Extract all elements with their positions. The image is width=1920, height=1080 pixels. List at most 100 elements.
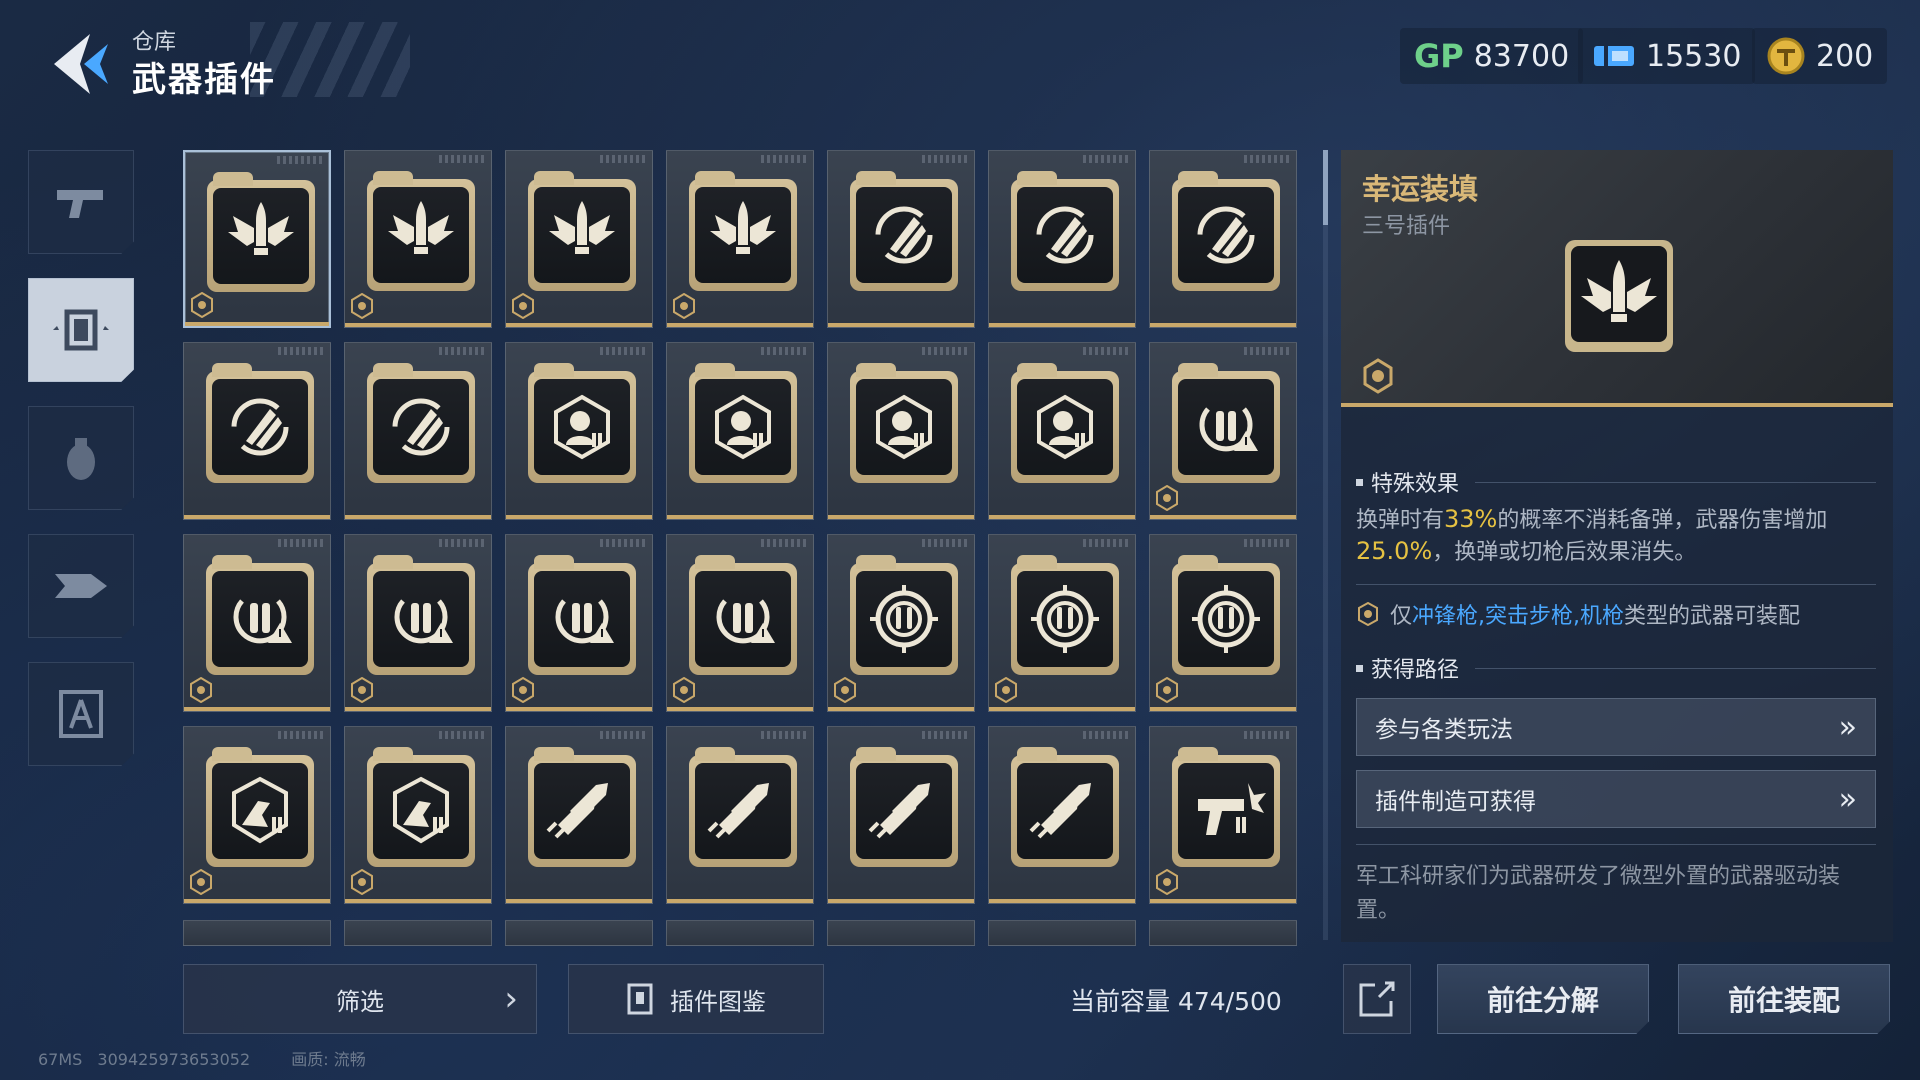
route-heading: 获得路径 xyxy=(1371,658,1460,683)
cell-stripe xyxy=(922,731,968,739)
plugin-folder xyxy=(1011,171,1119,291)
plugin-name: 幸运装填 xyxy=(1362,172,1479,206)
sidebar-tab-badges[interactable] xyxy=(28,662,134,766)
cell-stripe xyxy=(600,731,646,739)
plugin-cell-peek[interactable] xyxy=(1149,920,1297,946)
plugin-cell[interactable] xyxy=(666,726,814,904)
plugin-folder xyxy=(528,363,636,483)
plugin-cell[interactable] xyxy=(827,150,975,328)
plugin-folder xyxy=(528,747,636,867)
cell-stripe xyxy=(1083,155,1129,163)
plugin-cell[interactable] xyxy=(827,726,975,904)
plugin-cell[interactable] xyxy=(505,342,653,520)
gp-value: 83700 xyxy=(1473,38,1570,74)
plugin-codex-button[interactable]: 插件图鉴 xyxy=(568,964,824,1034)
plugin-chip-icon xyxy=(53,309,109,351)
plugin-cell[interactable] xyxy=(505,534,653,712)
plugin-cell[interactable] xyxy=(344,150,492,328)
gold-coin-icon xyxy=(1767,37,1805,75)
sidebar-tab-grenades[interactable] xyxy=(28,406,134,510)
ticket-icon xyxy=(1594,46,1634,66)
plugin-cell-peek[interactable] xyxy=(183,920,331,946)
plugin-cell[interactable] xyxy=(505,726,653,904)
plugin-cell[interactable] xyxy=(183,726,331,904)
cell-stripe xyxy=(1244,731,1290,739)
plugin-cell[interactable] xyxy=(988,342,1136,520)
cell-stripe xyxy=(600,539,646,547)
grid-scrollbar-thumb[interactable] xyxy=(1323,150,1328,225)
plugin-tile xyxy=(1017,763,1113,859)
quality-gear-icon xyxy=(1358,602,1378,626)
reload-rockets-icon xyxy=(231,398,289,456)
plugin-cell[interactable] xyxy=(183,150,331,328)
plugin-cell-peek[interactable] xyxy=(505,920,653,946)
plugin-cell[interactable] xyxy=(988,726,1136,904)
plugin-cell[interactable] xyxy=(344,534,492,712)
chevron-right-icon: › xyxy=(504,979,518,1019)
plugin-cell[interactable] xyxy=(1149,534,1297,712)
cell-stripe xyxy=(922,347,968,355)
plugin-folder xyxy=(689,171,797,291)
plugin-cell[interactable] xyxy=(505,150,653,328)
plugin-cell[interactable] xyxy=(1149,150,1297,328)
plugin-cell[interactable] xyxy=(1149,342,1297,520)
plugin-folder xyxy=(689,363,797,483)
plugin-cell[interactable] xyxy=(666,342,814,520)
share-button[interactable] xyxy=(1343,964,1411,1034)
plugin-tile xyxy=(1178,571,1274,667)
drone-icon xyxy=(55,574,107,598)
plugin-cell[interactable] xyxy=(183,342,331,520)
effect-prefix: 换弹时有 xyxy=(1356,508,1445,533)
plugin-folder xyxy=(850,363,958,483)
flying-bullets-icon xyxy=(707,783,769,839)
plugin-cell[interactable] xyxy=(827,534,975,712)
sidebar-tab-plugins[interactable] xyxy=(28,278,134,382)
plugin-cell-peek[interactable] xyxy=(666,920,814,946)
shield-hand-ammo-icon xyxy=(232,776,288,844)
winged-bullet-icon xyxy=(549,201,615,254)
plugin-tile xyxy=(534,379,630,475)
quality-gear-icon xyxy=(673,293,695,319)
plugin-cell[interactable] xyxy=(988,534,1136,712)
plugin-cell-peek[interactable] xyxy=(988,920,1136,946)
shield-hand-ammo-icon xyxy=(393,776,449,844)
share-icon xyxy=(1359,981,1395,1017)
section-marker xyxy=(1356,664,1363,672)
route-gameplay-label: 参与各类玩法 xyxy=(1375,717,1513,743)
plugin-cell[interactable] xyxy=(344,342,492,520)
equip-label: 前往装配 xyxy=(1727,984,1840,1017)
plugin-cell[interactable] xyxy=(183,534,331,712)
route-crafting-button[interactable]: 插件制造可获得 » xyxy=(1356,770,1876,828)
currency-gold: 200 xyxy=(1752,28,1888,84)
sidebar-tab-weapons[interactable] xyxy=(28,150,134,254)
equip-button[interactable]: 前往装配 xyxy=(1678,964,1890,1034)
plugin-cell[interactable] xyxy=(344,726,492,904)
compat-suffix: 类型的武器可装配 xyxy=(1624,604,1801,629)
plugin-cell-peek[interactable] xyxy=(344,920,492,946)
quality-gear-icon xyxy=(351,293,373,319)
detail-divider xyxy=(1341,403,1893,407)
grid-scrollbar-track[interactable] xyxy=(1323,150,1328,940)
plugin-cell[interactable] xyxy=(666,150,814,328)
route-gameplay-button[interactable]: 参与各类玩法 » xyxy=(1356,698,1876,756)
winged-bullet-icon xyxy=(1565,240,1673,352)
plugin-cell[interactable] xyxy=(666,534,814,712)
plugin-cell[interactable] xyxy=(1149,726,1297,904)
gp-icon: GP xyxy=(1414,37,1464,75)
cell-stripe xyxy=(1244,155,1290,163)
sidebar-tab-drones[interactable] xyxy=(28,534,134,638)
back-button[interactable] xyxy=(28,20,138,110)
cell-stripe xyxy=(439,539,485,547)
decompose-button[interactable]: 前往分解 xyxy=(1437,964,1649,1034)
cell-stripe xyxy=(1083,731,1129,739)
filter-button[interactable]: 筛选 › xyxy=(183,964,537,1034)
plugin-cell[interactable] xyxy=(988,150,1136,328)
filter-label: 筛选 xyxy=(336,987,384,1016)
gun-burst-ammo-icon xyxy=(1198,783,1266,835)
plugin-cell[interactable] xyxy=(827,342,975,520)
quality-gear-icon xyxy=(512,293,534,319)
cell-stripe xyxy=(761,539,807,547)
effect-chance: 33% xyxy=(1444,505,1498,533)
plugin-cell-peek[interactable] xyxy=(827,920,975,946)
quality-gear-icon xyxy=(1360,358,1396,394)
